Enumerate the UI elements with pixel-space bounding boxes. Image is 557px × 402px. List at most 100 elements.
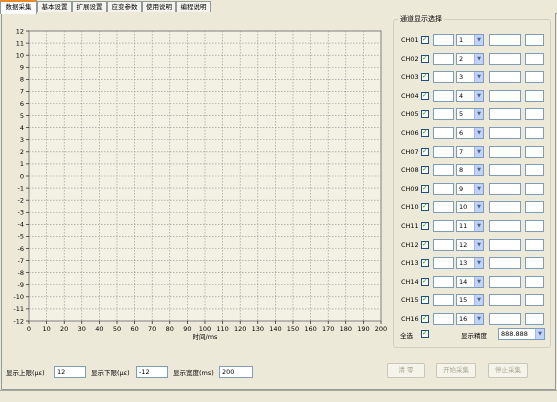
channel-select[interactable]: 2 ▼	[456, 53, 484, 65]
channel-select[interactable]: 4 ▼	[456, 90, 484, 102]
chevron-down-icon[interactable]: ▼	[474, 277, 483, 287]
channel-name-field[interactable]	[489, 127, 521, 139]
channel-visible-checkbox[interactable]	[421, 91, 429, 100]
tab-basic-settings[interactable]: 基本设置	[37, 1, 72, 12]
channel-visible-checkbox[interactable]	[421, 35, 429, 44]
channel-visible-checkbox[interactable]	[421, 147, 429, 156]
channel-name-field[interactable]	[489, 313, 521, 325]
channel-select[interactable]: 10 ▼	[456, 201, 484, 213]
channel-name-field[interactable]	[489, 201, 521, 213]
channel-visible-checkbox[interactable]	[421, 109, 429, 118]
channel-name-field[interactable]	[489, 257, 521, 269]
channel-select[interactable]: 13 ▼	[456, 257, 484, 269]
channel-visible-checkbox[interactable]	[421, 295, 429, 304]
chevron-down-icon[interactable]: ▼	[474, 314, 483, 324]
chevron-down-icon[interactable]: ▼	[474, 202, 483, 212]
channel-color-swatch[interactable]	[433, 71, 454, 83]
chevron-down-icon[interactable]: ▼	[474, 258, 483, 268]
upper-limit-input[interactable]: 12	[54, 366, 86, 378]
channel-select[interactable]: 1 ▼	[456, 34, 484, 46]
chevron-down-icon[interactable]: ▼	[535, 329, 544, 339]
channel-value-field[interactable]	[525, 90, 544, 102]
channel-name-field[interactable]	[489, 220, 521, 232]
channel-value-field[interactable]	[525, 257, 544, 269]
channel-color-swatch[interactable]	[433, 90, 454, 102]
channel-color-swatch[interactable]	[433, 294, 454, 306]
channel-name-field[interactable]	[489, 294, 521, 306]
channel-value-field[interactable]	[525, 127, 544, 139]
channel-value-field[interactable]	[525, 220, 544, 232]
channel-value-field[interactable]	[525, 276, 544, 288]
channel-color-swatch[interactable]	[433, 257, 454, 269]
tab-programming-instructions[interactable]: 编程说明	[176, 1, 211, 12]
channel-color-swatch[interactable]	[433, 53, 454, 65]
chevron-down-icon[interactable]: ▼	[474, 35, 483, 45]
chevron-down-icon[interactable]: ▼	[474, 128, 483, 138]
channel-select[interactable]: 9 ▼	[456, 183, 484, 195]
channel-name-field[interactable]	[489, 239, 521, 251]
channel-visible-checkbox[interactable]	[421, 202, 429, 211]
channel-value-field[interactable]	[525, 108, 544, 120]
channel-select[interactable]: 15 ▼	[456, 294, 484, 306]
channel-color-swatch[interactable]	[433, 146, 454, 158]
clear-button[interactable]: 清 零	[387, 363, 425, 378]
channel-select[interactable]: 8 ▼	[456, 164, 484, 176]
channel-value-field[interactable]	[525, 239, 544, 251]
channel-color-swatch[interactable]	[433, 127, 454, 139]
channel-select[interactable]: 14 ▼	[456, 276, 484, 288]
channel-value-field[interactable]	[525, 164, 544, 176]
channel-visible-checkbox[interactable]	[421, 240, 429, 249]
tab-extended-settings[interactable]: 扩展设置	[72, 1, 107, 12]
tab-usage-instructions[interactable]: 使用说明	[142, 1, 176, 12]
chevron-down-icon[interactable]: ▼	[474, 295, 483, 305]
channel-visible-checkbox[interactable]	[421, 128, 429, 137]
channel-value-field[interactable]	[525, 53, 544, 65]
channel-name-field[interactable]	[489, 71, 521, 83]
chevron-down-icon[interactable]: ▼	[474, 91, 483, 101]
channel-select[interactable]: 7 ▼	[456, 146, 484, 158]
channel-value-field[interactable]	[525, 201, 544, 213]
channel-value-field[interactable]	[525, 183, 544, 195]
channel-select[interactable]: 12 ▼	[456, 239, 484, 251]
channel-color-swatch[interactable]	[433, 34, 454, 46]
channel-value-field[interactable]	[525, 71, 544, 83]
channel-value-field[interactable]	[525, 146, 544, 158]
channel-name-field[interactable]	[489, 34, 521, 46]
channel-value-field[interactable]	[525, 294, 544, 306]
channel-visible-checkbox[interactable]	[421, 165, 429, 174]
channel-visible-checkbox[interactable]	[421, 221, 429, 230]
channel-name-field[interactable]	[489, 108, 521, 120]
start-acquisition-button[interactable]: 开始采集	[436, 363, 476, 378]
channel-visible-checkbox[interactable]	[421, 72, 429, 81]
chevron-down-icon[interactable]: ▼	[474, 184, 483, 194]
channel-color-swatch[interactable]	[433, 183, 454, 195]
chevron-down-icon[interactable]: ▼	[474, 72, 483, 82]
channel-color-swatch[interactable]	[433, 164, 454, 176]
chevron-down-icon[interactable]: ▼	[474, 221, 483, 231]
channel-color-swatch[interactable]	[433, 108, 454, 120]
channel-visible-checkbox[interactable]	[421, 184, 429, 193]
channel-select[interactable]: 16 ▼	[456, 313, 484, 325]
chevron-down-icon[interactable]: ▼	[474, 147, 483, 157]
channel-color-swatch[interactable]	[433, 239, 454, 251]
channel-name-field[interactable]	[489, 183, 521, 195]
chevron-down-icon[interactable]: ▼	[474, 240, 483, 250]
precision-select[interactable]: 888.888 ▼	[498, 328, 545, 340]
tab-data-acquisition[interactable]: 数据采集	[0, 0, 37, 14]
lower-limit-input[interactable]: -12	[136, 366, 168, 378]
channel-name-field[interactable]	[489, 53, 521, 65]
channel-name-field[interactable]	[489, 276, 521, 288]
select-all-checkbox[interactable]	[421, 329, 429, 338]
channel-visible-checkbox[interactable]	[421, 258, 429, 267]
channel-select[interactable]: 6 ▼	[456, 127, 484, 139]
channel-color-swatch[interactable]	[433, 220, 454, 232]
channel-visible-checkbox[interactable]	[421, 277, 429, 286]
channel-name-field[interactable]	[489, 90, 521, 102]
chevron-down-icon[interactable]: ▼	[474, 109, 483, 119]
channel-color-swatch[interactable]	[433, 313, 454, 325]
tab-strain-parameters[interactable]: 应变参数	[107, 1, 142, 12]
channel-select[interactable]: 11 ▼	[456, 220, 484, 232]
chevron-down-icon[interactable]: ▼	[474, 165, 483, 175]
channel-value-field[interactable]	[525, 34, 544, 46]
channel-value-field[interactable]	[525, 313, 544, 325]
